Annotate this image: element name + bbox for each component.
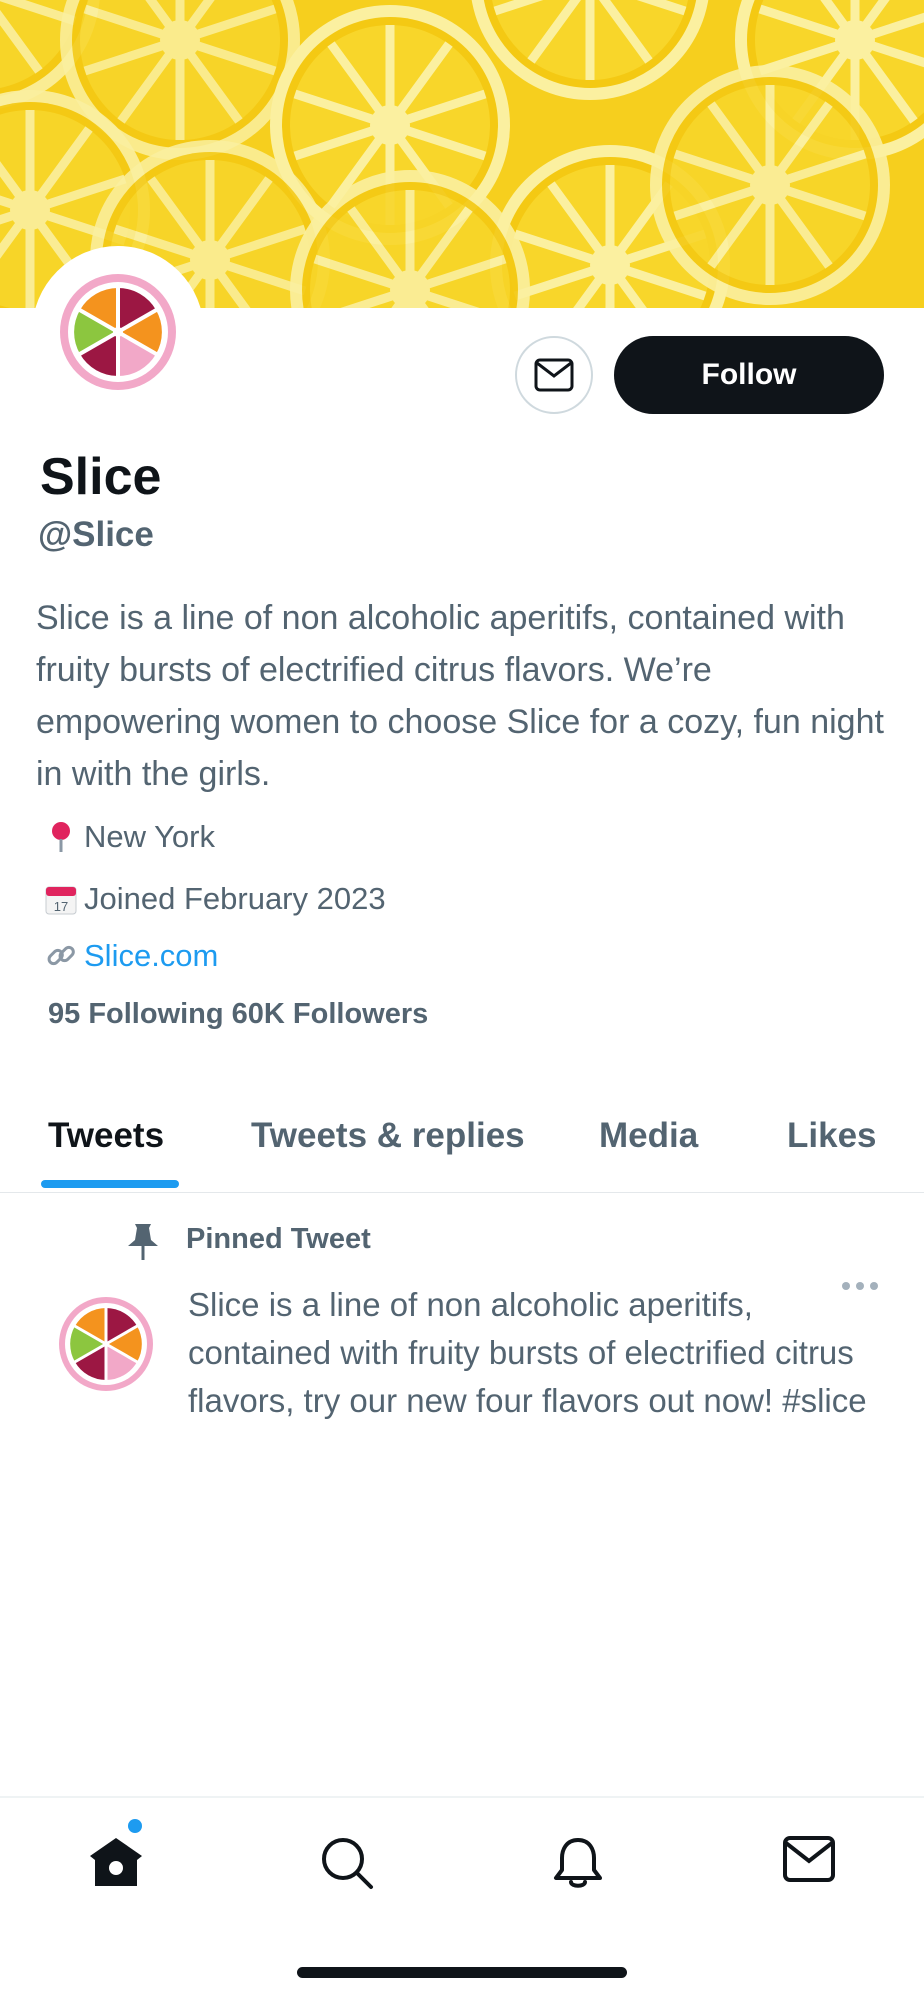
- profile-joined: 17 Joined February 2023: [44, 881, 386, 917]
- tab-tweets-replies[interactable]: Tweets & replies: [251, 1116, 525, 1156]
- profile-tabs: Tweets Tweets & replies Media Likes: [0, 1082, 924, 1193]
- notification-dot: [128, 1819, 142, 1833]
- envelope-icon: [534, 358, 574, 392]
- slice-logo-icon: [60, 274, 176, 390]
- website-link[interactable]: Slice.com: [84, 938, 218, 974]
- tweet-avatar[interactable]: [58, 1296, 154, 1397]
- home-indicator: [297, 1967, 627, 1978]
- pinned-tweet-label: Pinned Tweet: [186, 1223, 371, 1255]
- tweet-text[interactable]: Slice is a line of non alcoholic aperiti…: [188, 1281, 868, 1425]
- profile-website: Slice.com: [44, 938, 218, 974]
- profile-name: Slice: [40, 448, 162, 506]
- profile-location: New York: [44, 819, 215, 855]
- calendar-icon: 17: [44, 882, 78, 916]
- pin-icon: [126, 1222, 160, 1267]
- profile-bio: Slice is a line of non alcoholic aperiti…: [36, 599, 884, 793]
- follow-button[interactable]: Follow: [614, 336, 884, 414]
- more-options-icon[interactable]: [842, 1282, 878, 1290]
- envelope-icon[interactable]: [783, 1836, 835, 1887]
- svg-text:17: 17: [54, 899, 68, 914]
- profile-handle: @Slice: [38, 515, 154, 554]
- tab-likes[interactable]: Likes: [787, 1116, 877, 1156]
- slice-logo-icon: [59, 1297, 153, 1391]
- location-text: New York: [84, 819, 215, 854]
- active-tab-indicator: [41, 1180, 179, 1188]
- profile-avatar[interactable]: [32, 246, 204, 418]
- joined-text: Joined February 2023: [84, 881, 386, 916]
- pin-icon: [44, 820, 78, 854]
- link-icon: [44, 939, 78, 973]
- tab-tweets[interactable]: Tweets: [48, 1116, 164, 1156]
- search-icon[interactable]: [320, 1836, 374, 1895]
- tab-media[interactable]: Media: [599, 1116, 698, 1156]
- home-icon[interactable]: [88, 1836, 144, 1893]
- follow-stats[interactable]: 95 Following 60K Followers: [48, 998, 428, 1031]
- bell-icon[interactable]: [552, 1836, 604, 1897]
- message-button[interactable]: [515, 336, 593, 414]
